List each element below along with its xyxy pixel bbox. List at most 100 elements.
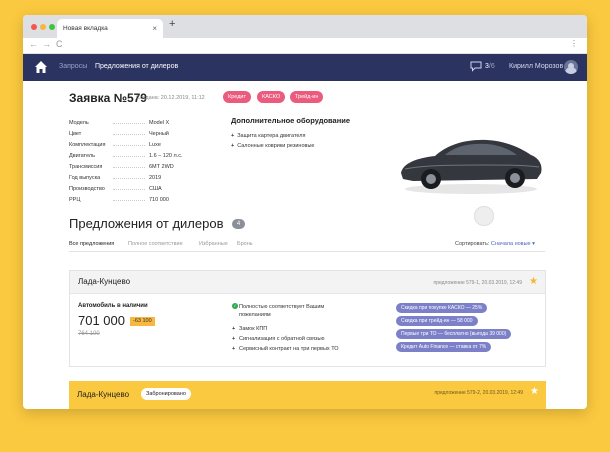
browser-menu-icon[interactable]: ⋮: [570, 39, 578, 48]
sort-control[interactable]: Сортировать: Сначала новые ▾: [455, 241, 535, 247]
bonus-pill: Скидка при покупке КАСКО — 25%: [396, 303, 488, 313]
close-window-dot[interactable]: [31, 24, 37, 30]
spec-value: 710 000: [149, 196, 169, 203]
equipment-label: Салонные коврики резиновые: [237, 143, 315, 149]
browser-toolbar: ← → C ⋮: [23, 38, 587, 54]
feature-item: + Замок КПП: [232, 325, 350, 333]
spec-row: РРЦ 710 000: [69, 194, 199, 205]
back-icon[interactable]: ←: [29, 39, 38, 49]
spec-row: Трансмиссия 6МТ 2WD: [69, 161, 199, 172]
browser-tabstrip: Новая вкладка × +: [23, 15, 587, 38]
created-date: Создана: 20.12.2019, 11:12: [136, 95, 205, 101]
maximize-window-dot[interactable]: [49, 24, 55, 30]
old-price: 764 100: [78, 331, 100, 337]
browser-tab[interactable]: Новая вкладка ×: [57, 19, 163, 38]
chat-icon[interactable]: [470, 61, 482, 72]
forward-icon[interactable]: →: [42, 39, 51, 49]
spec-key: Год выпуска: [69, 175, 149, 181]
favorite-star-icon[interactable]: ★: [530, 386, 539, 397]
tab-full-match[interactable]: Полное соответствие: [128, 241, 183, 247]
spec-value: Luxe: [149, 141, 161, 148]
spec-row: Производство США: [69, 183, 199, 194]
spec-key: Цвет: [69, 131, 149, 137]
dealer-name[interactable]: Лада-Кунцево: [77, 390, 129, 399]
card-header: Лада-Кунцево предложение 579-1, 20.03.20…: [70, 271, 545, 294]
feature-label: Сигнализация с обратной связью: [239, 336, 325, 342]
discount-badge: -63 100: [130, 317, 155, 326]
reserved-badge: Забронировано: [141, 388, 191, 400]
offer-price: 701 000: [78, 313, 125, 328]
feature-label: Замок КПП: [239, 326, 268, 332]
sort-label: Сортировать:: [455, 241, 490, 247]
nav-requests[interactable]: Запросы: [59, 63, 87, 70]
sort-dropdown[interactable]: Сначала новые ▾: [491, 241, 535, 247]
plus-icon: +: [231, 133, 235, 139]
messages-total: /6: [488, 63, 495, 70]
spec-value: 1.6 – 120 л.с.: [149, 152, 183, 159]
car-image: [401, 139, 542, 194]
spec-row: Двигатель 1.6 – 120 л.с.: [69, 150, 199, 161]
user-name[interactable]: Кирилл Морозов: [509, 63, 563, 70]
check-icon: ✓: [232, 303, 238, 309]
spec-key: Модель: [69, 120, 149, 126]
equipment-item: + Защита картера двигателя: [231, 133, 305, 139]
spec-key: Двигатель: [69, 153, 149, 159]
dealer-offer-card[interactable]: Лада-Кунцево предложение 579-1, 20.03.20…: [69, 270, 546, 367]
tab-favorites[interactable]: Избранные: [199, 241, 228, 247]
dealer-name[interactable]: Лада-Кунцево: [78, 277, 130, 286]
spec-row: Цвет Черный: [69, 128, 199, 139]
app-header: Запросы Предложения от дилеров 3/6 Кирил…: [23, 54, 587, 81]
offers-count-badge: 4: [232, 219, 245, 229]
spec-row: Год выпуска 2019: [69, 172, 199, 183]
spec-row: Модель Model X: [69, 117, 199, 128]
bonus-pill: Первые три ТО — бесплатно (выгода 39 000…: [396, 329, 512, 339]
avatar[interactable]: [564, 60, 578, 74]
spec-key: РРЦ: [69, 197, 149, 203]
plus-icon: +: [232, 336, 236, 342]
favorite-star-icon[interactable]: ★: [529, 276, 538, 287]
tag-trade-in: Трейд-ин: [290, 91, 324, 103]
spec-value: США: [149, 185, 162, 192]
tab-all-offers[interactable]: Все предложения: [69, 241, 114, 247]
offers-title: Предложения от дилеров: [69, 216, 224, 231]
dealer-offer-card-reserved[interactable]: Лада-Кунцево Забронировано предложение 5…: [69, 381, 546, 409]
nav-dealer-offers[interactable]: Предложения от дилеров: [95, 63, 178, 70]
plus-icon: +: [231, 143, 235, 149]
browser-window: Новая вкладка × + ← → C ⋮ Запросы Предло…: [23, 15, 587, 409]
spec-key: Производство: [69, 186, 149, 192]
availability-label: Автомобиль в наличии: [78, 303, 148, 309]
spec-value: Model X: [149, 119, 170, 126]
browser-tab-title: Новая вкладка: [63, 25, 108, 32]
tag-kasko: КАСКО: [257, 91, 286, 103]
tag-credit: Кредит: [223, 91, 252, 103]
car-specs: Модель Model X Цвет Черный Комплектация Lux…: [69, 117, 199, 205]
bonus-pill: Кредит Auto Finance — ставка от 7%: [396, 342, 492, 352]
home-icon[interactable]: [34, 60, 48, 74]
spec-value: Черный: [149, 130, 169, 137]
tabs-divider: [69, 251, 545, 252]
match-status: ✓ Полностью соответствует Вашим пожелания…: [232, 303, 350, 319]
equipment-item: + Салонные коврики резиновые: [231, 143, 314, 149]
feature-item: + Сервисный контракт на три первых ТО: [232, 345, 350, 353]
equipment-title: Дополнительное оборудование: [231, 116, 351, 125]
tab-reservations[interactable]: Бронь: [237, 241, 253, 247]
spec-value: 2019: [149, 174, 162, 181]
spec-value: 6МТ 2WD: [149, 163, 174, 170]
match-text: Полностью соответствует Вашим пожеланиям: [239, 304, 325, 318]
feature-item: + Сигнализация с обратной связью: [232, 335, 350, 343]
spec-key: Трансмиссия: [69, 164, 149, 170]
equipment-label: Защита картера двигателя: [237, 133, 306, 139]
reload-icon[interactable]: C: [56, 39, 63, 49]
offer-meta: предложение 579-2, 20.03.2019, 12:49: [434, 390, 523, 396]
bonus-pill: Скидка при трейд-ин — 58 000: [396, 316, 478, 326]
feature-label: Сервисный контракт на три первых ТО: [239, 346, 339, 352]
plus-icon: +: [232, 346, 236, 352]
spec-row: Комплектация Luxe: [69, 139, 199, 150]
tab-close-icon[interactable]: ×: [152, 19, 157, 38]
minimize-window-dot[interactable]: [40, 24, 46, 30]
offer-meta: предложение 579-1, 20.03.2019, 12:49: [433, 280, 522, 286]
gallery-control[interactable]: [474, 206, 494, 226]
message-counter: 3/6: [485, 63, 495, 70]
plus-icon: +: [232, 326, 236, 332]
new-tab-button[interactable]: +: [169, 18, 175, 30]
